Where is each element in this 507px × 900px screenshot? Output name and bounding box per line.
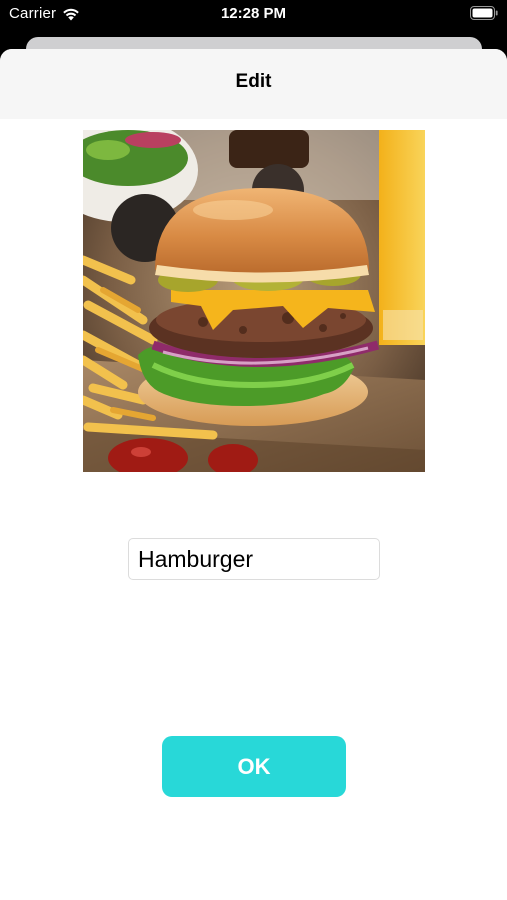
ok-button[interactable]: OK bbox=[162, 736, 346, 797]
food-name-field[interactable] bbox=[128, 538, 380, 580]
edit-sheet: Edit Hamburger OK bbox=[0, 49, 507, 900]
status-time: 12:28 PM bbox=[220, 5, 287, 22]
battery-icon bbox=[470, 6, 498, 20]
page-title: Edit bbox=[235, 71, 272, 92]
status-bar: Carrier 12:28 PM bbox=[0, 0, 507, 30]
food-photo bbox=[83, 130, 425, 472]
navigation-bar: Edit bbox=[0, 49, 507, 119]
